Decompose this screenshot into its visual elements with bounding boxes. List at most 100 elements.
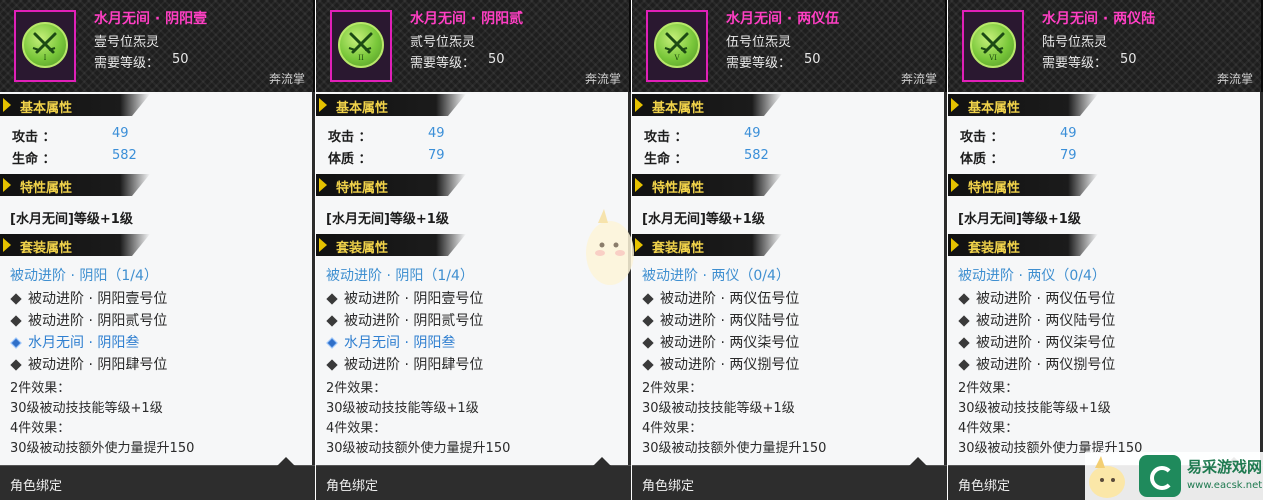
required-level-value: 50 — [1120, 52, 1137, 67]
item-tooltip-panel-4: VI 水月无间 · 两仪陆 陆号位炁灵 需要等级： 50 奔流掌 基本属性 攻击… — [948, 0, 1263, 500]
four-piece-effect: 30级被动技额外使力量提升150 — [642, 441, 827, 456]
set-item: 被动进阶 · 两仪柒号位 — [642, 332, 799, 352]
site-name: 易采游戏网 — [1187, 458, 1263, 476]
footer-notch-icon — [277, 457, 295, 466]
character-bind-label: 角色绑定 — [958, 479, 1011, 494]
required-level-label: 需要等级： — [726, 56, 792, 71]
diamond-bullet-icon — [642, 292, 654, 305]
footer-notch-icon — [593, 457, 611, 466]
stat-label: 体质 ： — [960, 152, 1004, 167]
section-label: 套装属性 — [968, 241, 1021, 256]
skill-type-label: 奔流掌 — [268, 72, 305, 86]
mascot-small-icon — [1089, 456, 1125, 498]
set-progress-title: 被动进阶 · 两仪（0/4） — [642, 268, 790, 284]
required-level-value: 50 — [804, 52, 821, 67]
tooltip-body: 基本属性 攻击 ： 49 生命 ： 582 特性属性 [水月无间]等级+1级 套… — [632, 92, 947, 465]
four-piece-label: 4件效果： — [642, 421, 703, 436]
tooltip-body: 基本属性 攻击 ： 49 生命 ： 582 特性属性 [水月无间]等级+1级 套… — [0, 92, 315, 465]
set-attributes-header: 套装属性 — [316, 234, 466, 256]
stat-value: 49 — [428, 126, 445, 141]
set-item: 被动进阶 · 阴阳壹号位 — [10, 288, 167, 308]
tooltip-header: II 水月无间 · 阴阳贰 贰号位炁灵 需要等级： 50 奔流掌 — [316, 0, 631, 92]
trait-text: [水月无间]等级+1级 — [326, 212, 449, 227]
set-item: 被动进阶 · 两仪伍号位 — [642, 288, 799, 308]
crossed-swords-icon: V — [654, 22, 700, 68]
diamond-bullet-icon — [958, 336, 970, 349]
four-piece-label: 4件效果： — [958, 421, 1019, 436]
stat-value: 79 — [428, 148, 445, 163]
item-icon-frame[interactable]: II — [330, 10, 392, 82]
diamond-bullet-icon — [642, 314, 654, 327]
item-subtitle: 伍号位炁灵 — [726, 35, 792, 50]
required-level-label: 需要等级： — [94, 56, 160, 71]
set-item: 水月无间 · 阴阳叁 — [10, 332, 139, 352]
section-label: 特性属性 — [968, 181, 1021, 196]
set-attributes-header: 套装属性 — [948, 234, 1098, 256]
required-level-label: 需要等级： — [410, 56, 476, 71]
diamond-bullet-icon — [10, 358, 22, 371]
stat-value: 582 — [112, 148, 137, 163]
trait-attributes-header: 特性属性 — [0, 174, 150, 196]
set-item: 被动进阶 · 两仪陆号位 — [642, 310, 799, 330]
trait-text: [水月无间]等级+1级 — [642, 212, 765, 227]
section-label: 基本属性 — [652, 101, 705, 116]
item-title: 水月无间 · 阴阳壹 — [94, 11, 208, 27]
skill-type-label: 奔流掌 — [584, 72, 621, 86]
stat-label: 生命 ： — [12, 152, 56, 167]
section-label: 基本属性 — [336, 101, 389, 116]
crossed-swords-icon: II — [338, 22, 384, 68]
diamond-bullet-icon — [326, 358, 338, 371]
tooltip-header: VI 水月无间 · 两仪陆 陆号位炁灵 需要等级： 50 奔流掌 — [948, 0, 1263, 92]
set-item: 被动进阶 · 两仪陆号位 — [958, 310, 1115, 330]
set-progress-title: 被动进阶 · 阴阳（1/4） — [326, 268, 474, 284]
two-piece-label: 2件效果： — [10, 381, 71, 396]
section-label: 特性属性 — [652, 181, 705, 196]
footer-notch-icon — [909, 457, 927, 466]
site-watermark: 易采游戏网 www.eacsk.net — [1085, 452, 1265, 500]
two-piece-label: 2件效果： — [642, 381, 703, 396]
base-attributes-header: 基本属性 — [948, 94, 1098, 116]
diamond-bullet-icon — [326, 292, 338, 305]
tooltip-body: 基本属性 攻击 ： 49 体质 ： 79 特性属性 [水月无间]等级+1级 套装… — [948, 92, 1263, 465]
required-level-label: 需要等级： — [1042, 56, 1108, 71]
character-bind-label: 角色绑定 — [642, 479, 695, 494]
section-arrow-icon — [951, 178, 959, 192]
diamond-bullet-icon — [326, 314, 338, 327]
four-piece-label: 4件效果： — [326, 421, 387, 436]
section-label: 套装属性 — [20, 241, 73, 256]
stat-value: 582 — [744, 148, 769, 163]
base-attributes-header: 基本属性 — [316, 94, 466, 116]
two-piece-label: 2件效果： — [326, 381, 387, 396]
set-item: 被动进阶 · 阴阳贰号位 — [326, 310, 483, 330]
site-logo-icon — [1139, 455, 1181, 497]
section-label: 基本属性 — [20, 101, 73, 116]
diamond-bullet-icon — [10, 336, 22, 349]
required-level-value: 50 — [488, 52, 505, 67]
section-label: 基本属性 — [968, 101, 1021, 116]
item-icon-frame[interactable]: I — [14, 10, 76, 82]
set-progress-title: 被动进阶 · 两仪（0/4） — [958, 268, 1106, 284]
item-numeral: V — [674, 54, 680, 62]
diamond-bullet-icon — [642, 358, 654, 371]
section-arrow-icon — [951, 238, 959, 252]
section-label: 套装属性 — [336, 241, 389, 256]
stat-label: 攻击 ： — [328, 130, 372, 145]
crossed-swords-icon: I — [22, 22, 68, 68]
required-level-value: 50 — [172, 52, 189, 67]
diamond-bullet-icon — [958, 358, 970, 371]
two-piece-effect: 30级被动技技能等级+1级 — [10, 401, 163, 416]
set-item: 被动进阶 · 阴阳贰号位 — [10, 310, 167, 330]
item-icon-frame[interactable]: VI — [962, 10, 1024, 82]
item-title: 水月无间 · 两仪陆 — [1042, 11, 1156, 27]
item-tooltip-panel-1: I 水月无间 · 阴阳壹 壹号位炁灵 需要等级： 50 奔流掌 基本属性 攻击 … — [0, 0, 315, 500]
set-item: 被动进阶 · 两仪捌号位 — [642, 354, 799, 374]
item-numeral: II — [358, 54, 364, 62]
stat-value: 79 — [1060, 148, 1077, 163]
stat-value: 49 — [112, 126, 129, 141]
diamond-bullet-icon — [10, 292, 22, 305]
item-icon-frame[interactable]: V — [646, 10, 708, 82]
tooltip-footer: 角色绑定 — [632, 457, 947, 500]
diamond-bullet-icon — [326, 336, 338, 349]
diamond-bullet-icon — [958, 314, 970, 327]
skill-type-label: 奔流掌 — [1216, 72, 1253, 86]
